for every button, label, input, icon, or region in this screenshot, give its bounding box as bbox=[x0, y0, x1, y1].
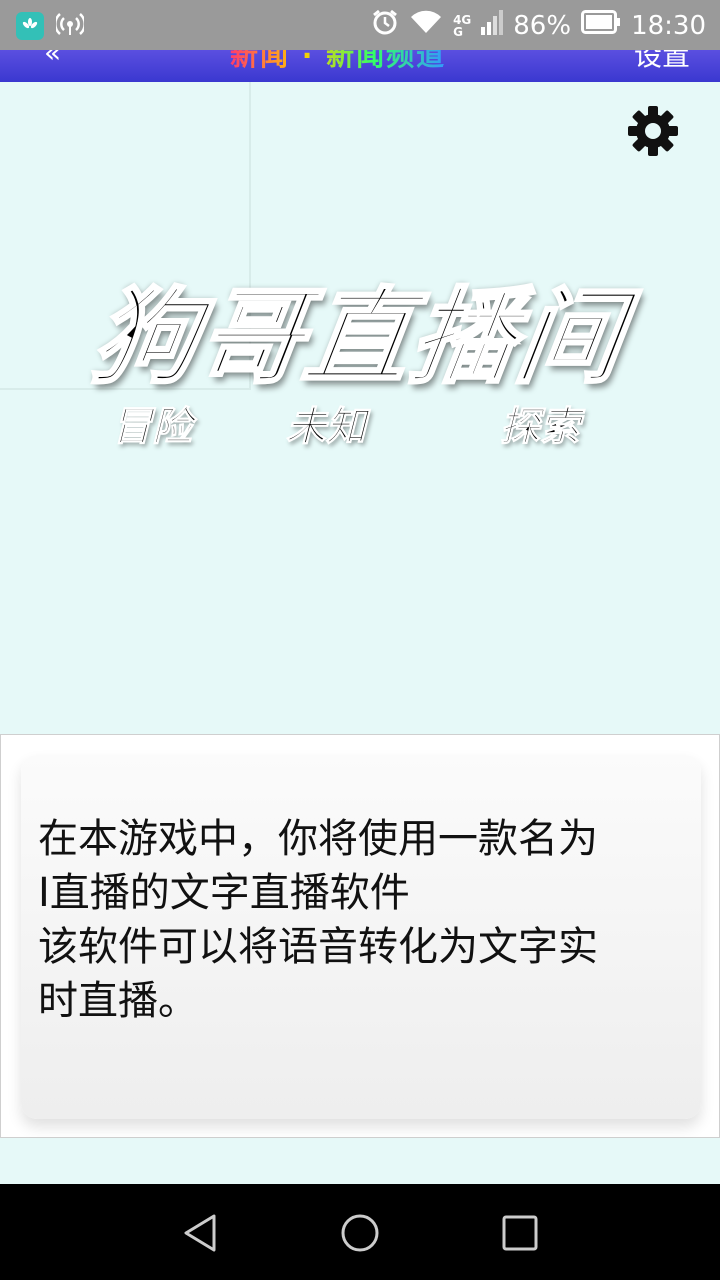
header-title: 新闻 · 新闻频道 bbox=[230, 50, 446, 74]
navigation-bar bbox=[0, 1184, 720, 1280]
hotspot-icon bbox=[54, 10, 86, 42]
status-right: 4G G 86% 18:30 bbox=[371, 8, 706, 43]
logo-tag-explore: 探索 bbox=[500, 404, 581, 451]
alarm-icon bbox=[371, 8, 399, 43]
dialog-line: 时直播。 bbox=[38, 978, 198, 1024]
back-icon[interactable] bbox=[176, 1208, 226, 1258]
huawei-app-icon bbox=[16, 12, 44, 40]
header-settings-button[interactable]: 设置 bbox=[634, 50, 690, 74]
header-back-button[interactable]: « bbox=[44, 50, 61, 69]
status-left bbox=[16, 10, 86, 42]
logo-tag-unknown: 未知 bbox=[286, 404, 367, 451]
dialog-line: 该软件可以将语音转化为文字实 bbox=[38, 924, 598, 970]
status-bar: 4G G 86% 18:30 bbox=[0, 0, 720, 50]
network-type-top: 4G bbox=[453, 12, 472, 27]
clock: 18:30 bbox=[631, 10, 706, 41]
network-type: 4G G bbox=[453, 14, 471, 38]
battery-icon bbox=[581, 10, 621, 41]
recents-icon[interactable] bbox=[495, 1208, 545, 1258]
settings-gear-icon[interactable] bbox=[626, 104, 680, 158]
dialog-line: 在本游戏中，你将使用一款名为 bbox=[38, 816, 598, 862]
battery-percent: 86% bbox=[513, 10, 572, 41]
network-type-bottom: G bbox=[453, 24, 463, 39]
game-logo-title: 狗哥直播间 bbox=[84, 275, 634, 400]
logo-tag-adventure: 冒险 bbox=[112, 404, 193, 451]
home-icon[interactable] bbox=[335, 1208, 385, 1258]
wifi-icon bbox=[409, 9, 443, 42]
dialog-text: 在本游戏中，你将使用一款名为 I直播的文字直播软件 该软件可以将语音转化为文字实… bbox=[38, 812, 688, 1028]
signal-icon bbox=[481, 9, 504, 42]
app-header: « 新闻 · 新闻频道 设置 bbox=[0, 50, 720, 82]
dialog-line: I直播的文字直播软件 bbox=[38, 870, 410, 916]
